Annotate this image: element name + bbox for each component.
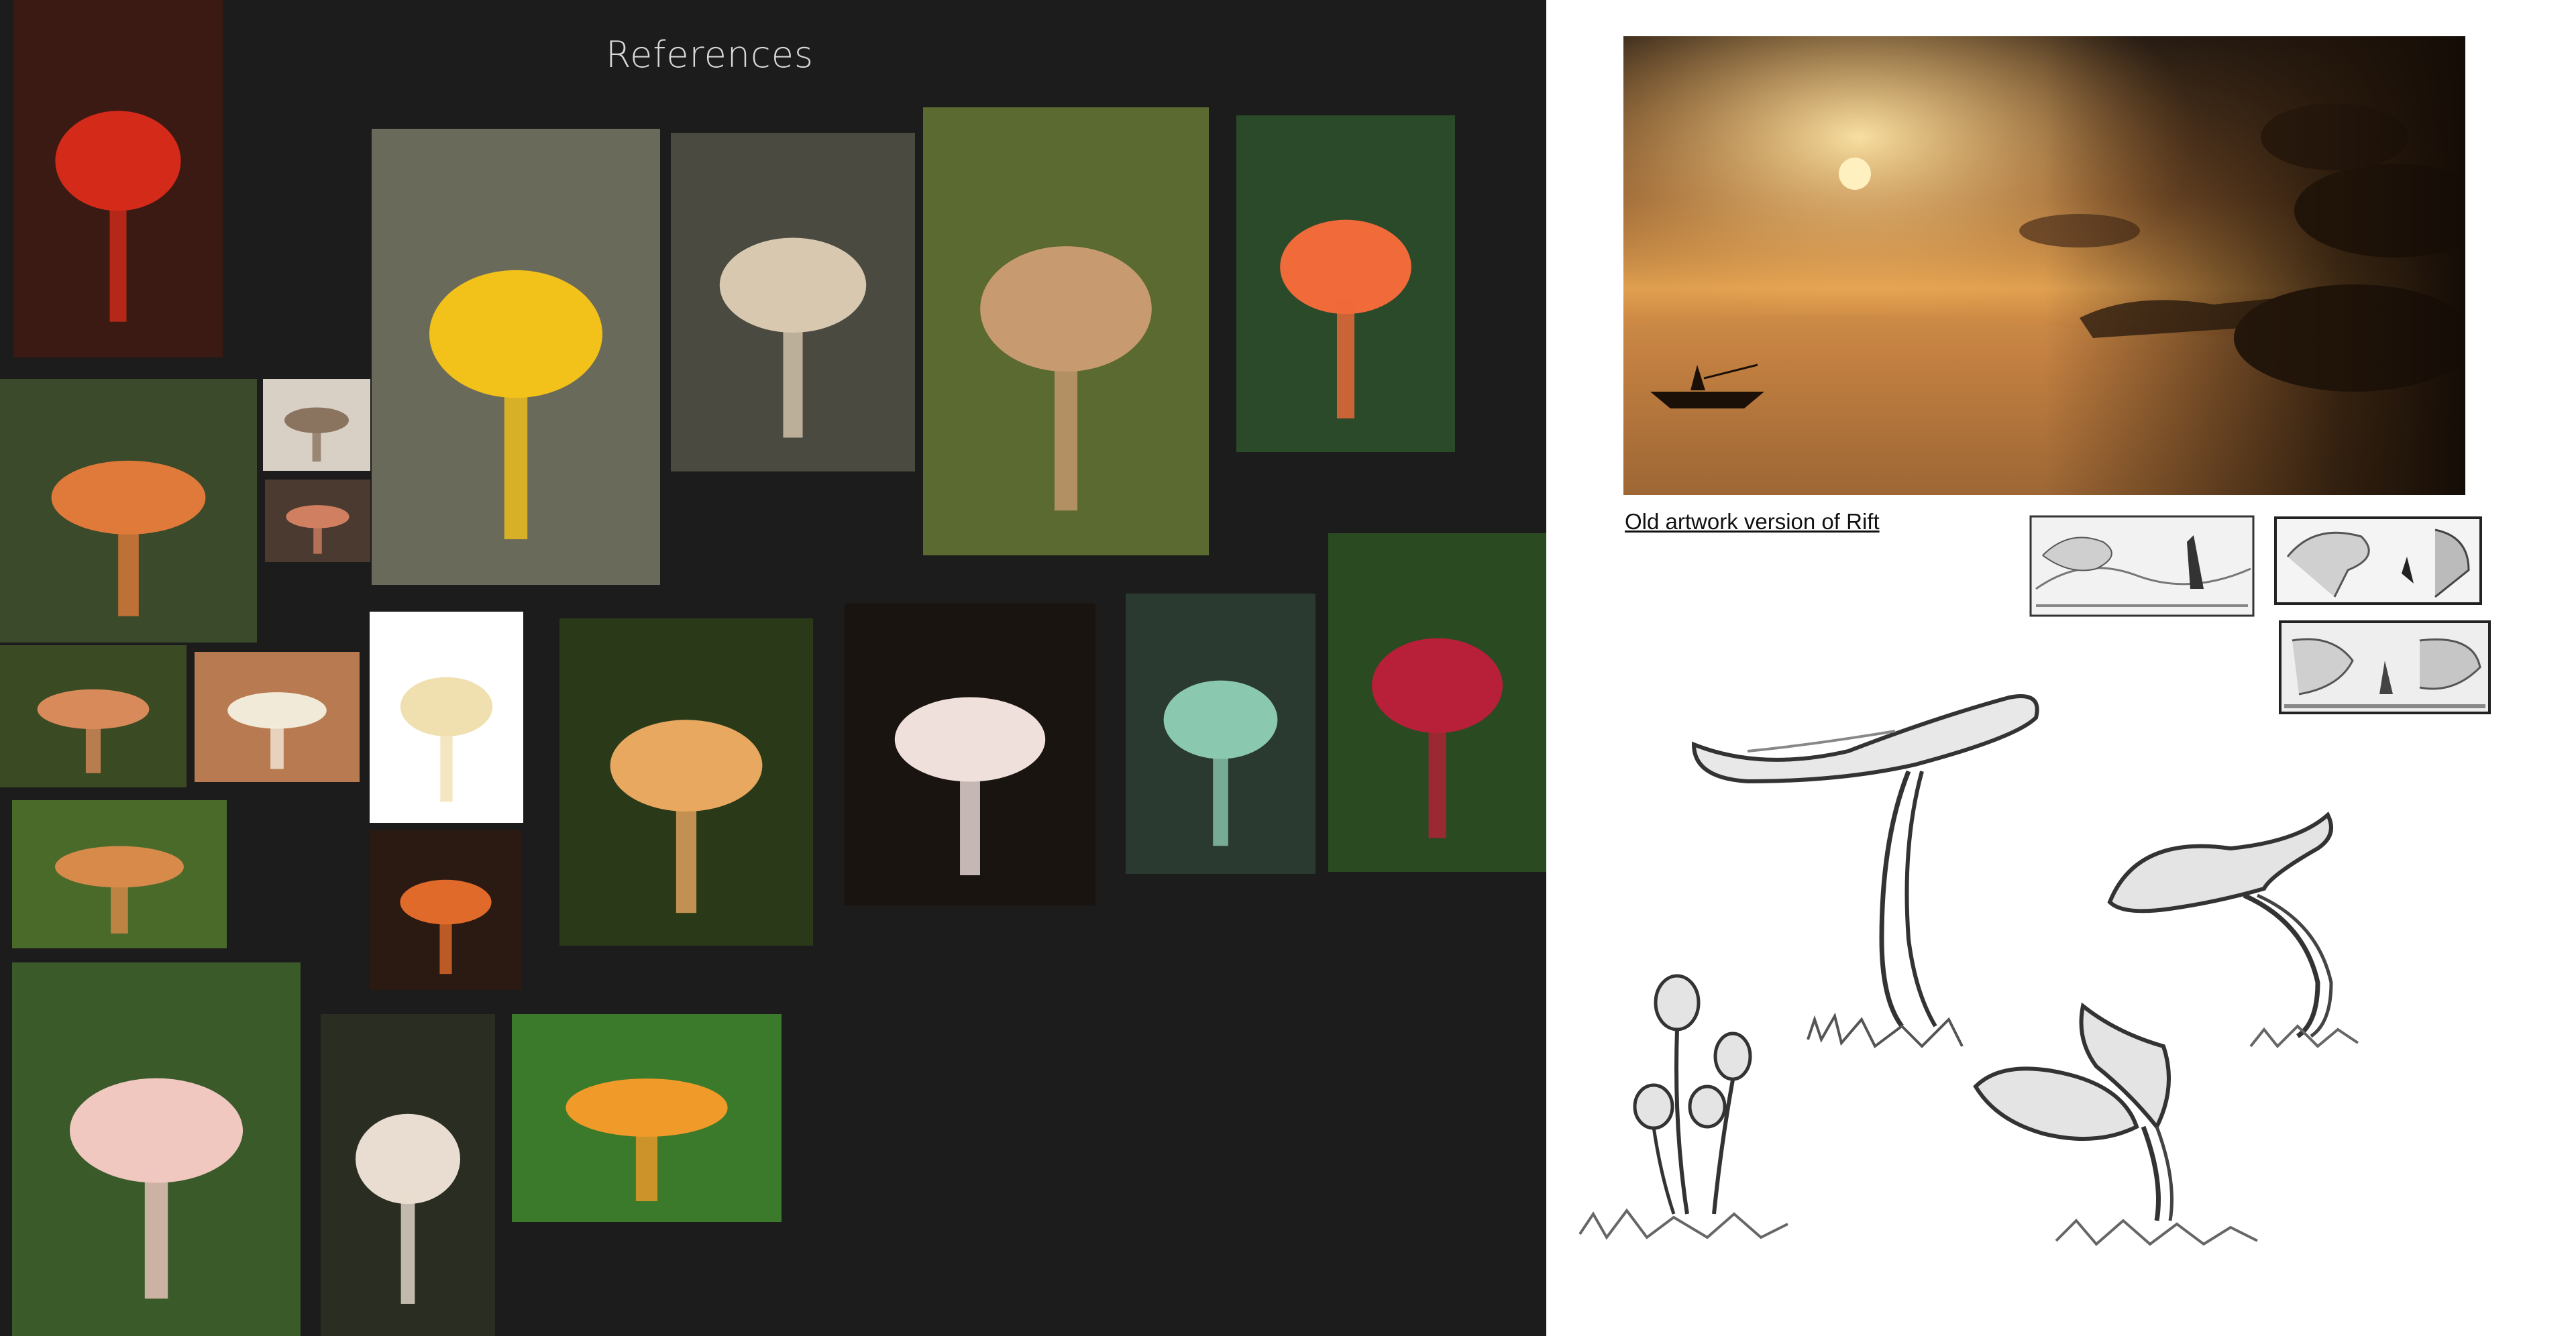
orange-shelf-mossy-photo[interactable] [1236, 115, 1455, 452]
mushroom-stem-shape [440, 728, 453, 802]
mushroom-cap-shape [55, 846, 184, 888]
orange-shelf-mossy-photo-art [1280, 219, 1411, 419]
bracket-fungi-tree-photo-art [980, 246, 1152, 511]
artwork-caption: Old artwork version of Rift [1625, 509, 1880, 534]
chanterelle-green-photo-art [566, 1078, 728, 1201]
mushroom-sketch-curled[interactable] [1962, 993, 2277, 1261]
yellow-oyster-tree-photo[interactable] [372, 129, 660, 585]
orange-mushroom-dark-photo[interactable] [370, 830, 522, 990]
sketch-board: Old artwork version of Rift [1546, 0, 2576, 1336]
mushroom-stem-shape [312, 429, 321, 462]
mushroom-stem-shape [960, 769, 980, 875]
oyster-mushroom-small-photo-art [284, 407, 349, 462]
mushroom-cap-shape [37, 689, 150, 730]
white-mushrooms-forest-photo-art [356, 1113, 460, 1304]
pink-shelf-fungi-forest-photo[interactable] [12, 962, 301, 1336]
mushroom-cap-shape [566, 1078, 728, 1137]
mushroom-stem-shape [1336, 300, 1355, 419]
mushroom-cap-shape [356, 1113, 460, 1205]
orange-mushrooms-moss-photo[interactable] [0, 645, 186, 787]
pink-shelf-fungi-forest-photo-art [70, 1078, 243, 1299]
shelf-fungi-birch-photo[interactable] [671, 133, 915, 471]
thumbnail-2-svg [2274, 516, 2482, 605]
mushroom-stem-shape [85, 723, 101, 773]
mushroom-cap-shape [894, 697, 1046, 782]
mushroom-cap-shape [286, 505, 350, 528]
mushroom-curled-svg [1973, 1002, 2258, 1246]
chanterelles-ferns-photo[interactable] [559, 618, 813, 946]
enoki-white-photo-art [400, 677, 493, 802]
old-artwork-painting[interactable] [1623, 36, 2465, 495]
thumbnail-sketch-3[interactable] [2279, 620, 2491, 714]
enoki-cluster-photo[interactable] [195, 652, 360, 782]
mushroom-stem-shape [439, 917, 452, 975]
chanterelles-ferns-photo-art [610, 720, 763, 913]
mushroom-cap-shape [1163, 680, 1278, 759]
small-orange-mushroom-photo-art [286, 505, 350, 554]
orange-mushrooms-forest-photo-art [55, 846, 184, 934]
mushroom-stem-shape [676, 798, 697, 913]
small-orange-mushroom-photo[interactable] [265, 480, 370, 562]
mushroom-cap-shape [70, 1078, 243, 1183]
oyster-mushroom-small-photo[interactable] [263, 379, 370, 471]
mushroom-cap-shape [400, 879, 492, 925]
mushroom-stem-shape [111, 881, 128, 934]
mushroom-stem-shape [109, 197, 127, 322]
mushroom-cap-shape [55, 111, 181, 211]
red-hanging-fungi-photo[interactable] [1328, 533, 1546, 872]
mushroom-cap-shape [284, 407, 349, 433]
mushroom-sketch-cluster[interactable] [1573, 972, 1794, 1247]
thumbnail-sketch-2[interactable] [2274, 516, 2482, 605]
thumbnail-3-svg [2279, 620, 2491, 714]
mushroom-cap-shape [610, 720, 763, 812]
orange-mushrooms-moss-photo-art [37, 689, 150, 773]
mushroom-stem-shape [504, 380, 528, 539]
red-hanging-fungi-photo-art [1372, 638, 1503, 838]
references-board: References [0, 0, 1546, 1336]
red-cup-fungi-photo-art [55, 111, 181, 322]
mushroom-cap-shape [227, 692, 327, 729]
references-title: References [606, 34, 814, 76]
mushroom-stem-shape [118, 524, 139, 616]
lichen-bark-photo-art [1163, 680, 1278, 846]
mushroom-stem-shape [783, 319, 803, 438]
mushroom-stem-shape [1213, 747, 1228, 846]
orange-mushrooms-forest-photo[interactable] [12, 800, 227, 948]
mushroom-stem-shape [635, 1128, 658, 1201]
orange-mushroom-hand-photo-art [51, 460, 206, 616]
orange-mushroom-hand-photo[interactable] [0, 379, 257, 643]
thumbnail-1-svg [2029, 515, 2255, 617]
mushroom-cap-shape [980, 246, 1152, 372]
mushroom-cap-shape [719, 237, 867, 333]
enoki-white-photo[interactable] [370, 612, 523, 823]
white-fan-fungus-photo-art [894, 697, 1046, 875]
mushroom-stem-shape [400, 1191, 415, 1304]
white-mushrooms-forest-photo[interactable] [321, 1014, 495, 1336]
mushroom-cap-shape [400, 677, 493, 736]
mushroom-stem-shape [313, 524, 322, 554]
mushroom-stem-shape [144, 1168, 168, 1299]
painting-svg [1623, 36, 2465, 495]
red-cup-fungi-photo[interactable] [13, 0, 223, 357]
mushroom-stem-shape [1428, 719, 1446, 838]
white-fan-fungus-photo[interactable] [845, 604, 1095, 905]
shelf-fungi-birch-photo-art [719, 237, 867, 438]
mushroom-cap-shape [429, 270, 602, 398]
mushroom-cap-shape [51, 460, 206, 535]
chanterelle-green-photo[interactable] [512, 1014, 782, 1222]
mushroom-cluster-svg [1578, 974, 1788, 1240]
mushroom-stem-shape [1054, 353, 1078, 511]
mushroom-cap-shape [1372, 638, 1503, 733]
orange-mushroom-dark-photo-art [400, 879, 492, 975]
yellow-oyster-tree-photo-art [429, 270, 602, 539]
lichen-bark-photo[interactable] [1126, 594, 1316, 874]
mushroom-stem-shape [270, 723, 284, 769]
thumbnail-sketch-1[interactable] [2029, 515, 2255, 617]
enoki-cluster-photo-art [227, 692, 327, 769]
mushroom-cap-shape [1280, 219, 1411, 315]
bracket-fungi-tree-photo[interactable] [923, 107, 1209, 555]
